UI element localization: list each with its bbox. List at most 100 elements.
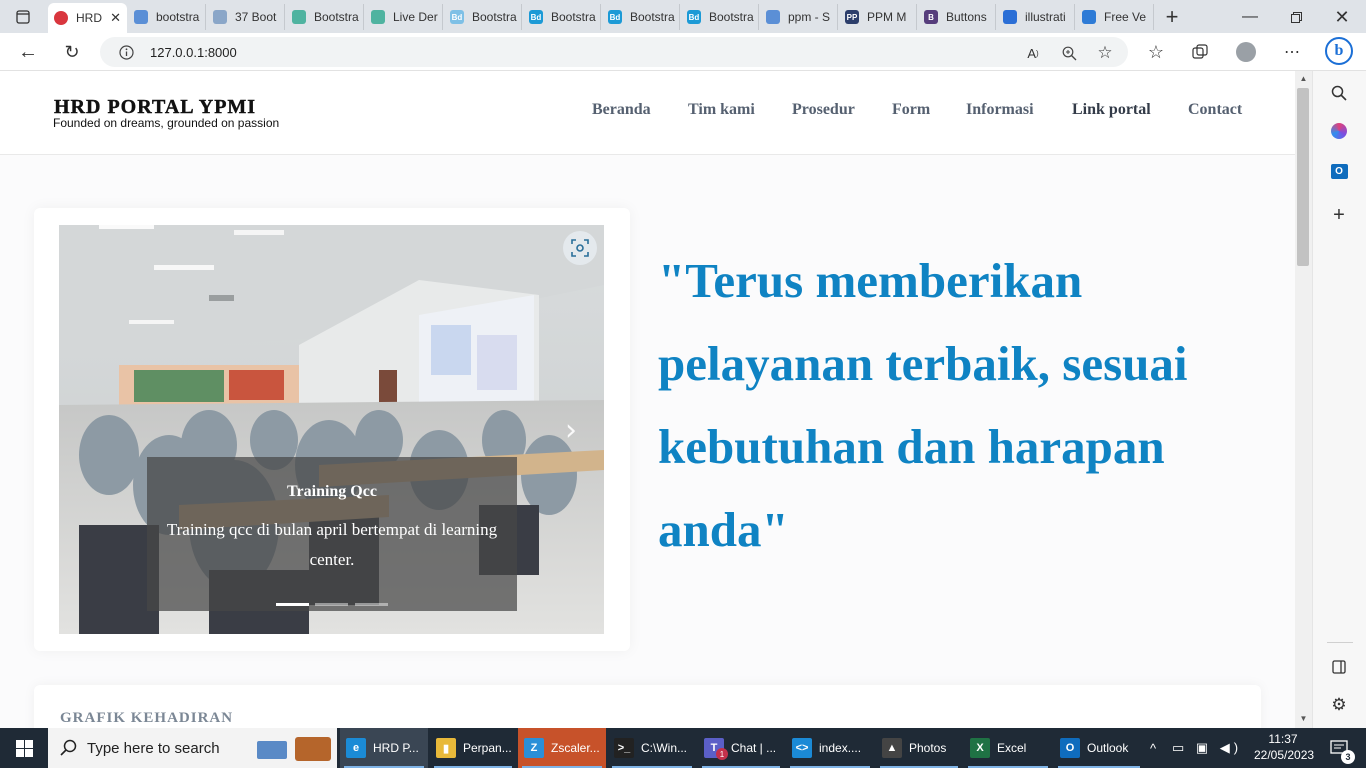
- start-button[interactable]: [0, 728, 48, 768]
- ppm-icon: PP: [845, 10, 859, 24]
- taskbar-app-5[interactable]: T 1 Chat | ...: [698, 728, 784, 768]
- bing-copilot-icon[interactable]: b: [1323, 35, 1355, 67]
- tray-overflow-icon[interactable]: ^: [1150, 728, 1166, 768]
- bd-icon: Bd: [450, 10, 464, 24]
- taskbar-app-2[interactable]: ▮ Perpan...: [430, 728, 516, 768]
- tab-label: PPM M: [867, 10, 907, 24]
- fullscreen-icon[interactable]: [563, 231, 597, 265]
- sidebar-settings-icon[interactable]: ⚙: [1327, 693, 1351, 717]
- add-favorite-icon[interactable]: ☆: [1094, 42, 1116, 64]
- tab-11[interactable]: PP PPM M: [839, 4, 917, 30]
- favorites-icon[interactable]: ☆: [1144, 40, 1168, 64]
- scroll-up-icon[interactable]: ▲: [1298, 73, 1309, 84]
- sidebar-outlook-icon[interactable]: O: [1327, 159, 1351, 183]
- close-window-button[interactable]: ✕: [1330, 5, 1354, 29]
- edge-sidebar: O + ⚙: [1312, 71, 1366, 728]
- search-icon: [1003, 10, 1017, 24]
- taskbar-app-4[interactable]: >_ C:\Win...: [608, 728, 696, 768]
- taskbar-app-3[interactable]: Z Zscaler...: [518, 728, 606, 768]
- carousel-next-icon[interactable]: ›: [565, 413, 595, 448]
- photos-icon: ▲: [882, 738, 902, 758]
- sidebar-layout-icon[interactable]: [1327, 655, 1351, 679]
- slide-caption: Training Qcc Training qcc di bulan april…: [147, 457, 517, 611]
- zoom-icon[interactable]: [1058, 42, 1080, 64]
- taskbar-app-8[interactable]: X Excel: [964, 728, 1052, 768]
- profile-avatar[interactable]: [1234, 40, 1258, 64]
- search-icon: [766, 10, 780, 24]
- vecteezy-icon: [1082, 10, 1096, 24]
- nav-contact[interactable]: Contact: [1188, 101, 1242, 119]
- outlook-icon: O: [1060, 738, 1080, 758]
- taskbar-app-7[interactable]: ▲ Photos: [876, 728, 962, 768]
- tab-label: HRD: [76, 11, 102, 25]
- scroll-down-icon[interactable]: ▼: [1298, 713, 1309, 724]
- taskbar-app-1[interactable]: e HRD P...: [340, 728, 428, 768]
- bootstrap-icon: B: [924, 10, 938, 24]
- folder-icon: ▮: [436, 738, 456, 758]
- teams-badge: 1: [716, 748, 728, 760]
- nav-prosedur[interactable]: Prosedur: [792, 101, 855, 119]
- taskbar-app-9[interactable]: O Outlook: [1054, 728, 1144, 768]
- taskbar-app-6[interactable]: <> index....: [786, 728, 874, 768]
- vscode-icon: <>: [792, 738, 812, 758]
- sidebar-divider: [1327, 642, 1353, 643]
- tab-label: 37 Boot: [235, 10, 277, 24]
- sidebar-search-icon[interactable]: [1327, 81, 1351, 105]
- tab-close-icon[interactable]: ✕: [110, 10, 121, 26]
- tab-3[interactable]: 37 Boot: [207, 4, 285, 30]
- tab-label: Bootstra: [630, 10, 675, 24]
- taskbar-search-box[interactable]: Type here to search: [48, 728, 337, 768]
- tab-6[interactable]: Bd Bootstra: [444, 4, 522, 30]
- tab-label: Free Ve: [1104, 10, 1147, 24]
- tray-icons[interactable]: ▭ ▣ ◀): [1172, 728, 1244, 768]
- url-text[interactable]: 127.0.0.1:8000: [150, 45, 237, 60]
- back-button[interactable]: ←: [16, 40, 40, 64]
- carousel-indicator-3[interactable]: [355, 603, 388, 606]
- sidebar-shopping-icon[interactable]: [1327, 119, 1351, 143]
- collections-icon[interactable]: [1188, 40, 1212, 64]
- tab-10[interactable]: ppm - S: [760, 4, 838, 30]
- tab-9[interactable]: Bd Bootstra: [681, 4, 759, 30]
- nav-beranda[interactable]: Beranda: [592, 101, 651, 119]
- minimize-button[interactable]: —: [1238, 5, 1262, 29]
- hero-quote: "Terus memberikan pelayanan terbaik, ses…: [658, 253, 1188, 557]
- carousel-slide-image[interactable]: › Training Qcc Training qcc di bulan apr…: [59, 225, 604, 634]
- tab-label: ppm - S: [788, 10, 831, 24]
- nav-informasi[interactable]: Informasi: [966, 101, 1034, 119]
- carousel-indicator-1[interactable]: [276, 603, 309, 606]
- new-tab-button[interactable]: +: [1160, 4, 1184, 29]
- taskbar-app-label: Photos: [909, 741, 947, 755]
- restore-button[interactable]: [1284, 5, 1308, 29]
- tab-label: Buttons: [946, 10, 987, 24]
- taskbar-app-label: Outlook: [1087, 741, 1129, 755]
- more-menu-icon[interactable]: ⋯: [1280, 40, 1304, 64]
- read-aloud-icon[interactable]: A): [1022, 42, 1044, 64]
- cmd-icon: >_: [614, 738, 634, 758]
- nav-link-portal[interactable]: Link portal: [1072, 101, 1151, 119]
- refresh-button[interactable]: ↻: [60, 40, 84, 64]
- tab-12[interactable]: B Buttons: [918, 4, 996, 30]
- tab-4[interactable]: Bootstra: [286, 4, 364, 30]
- tab-13[interactable]: illustrati: [997, 4, 1075, 30]
- scrollbar-thumb[interactable]: [1297, 88, 1309, 266]
- clock-time: 11:37: [1268, 732, 1298, 746]
- tab-5[interactable]: Live Der: [365, 4, 443, 30]
- tab-8[interactable]: Bd Bootstra: [602, 4, 680, 30]
- tab-1[interactable]: HRD ✕: [48, 3, 127, 33]
- clock[interactable]: 11:37 22/05/2023: [1254, 731, 1314, 763]
- tab-actions-icon[interactable]: [12, 6, 34, 28]
- site-info-icon[interactable]: [116, 42, 136, 62]
- tab-7[interactable]: Bd Bootstra: [523, 4, 601, 30]
- tab-14[interactable]: Free Ve: [1076, 4, 1154, 30]
- notifications-icon[interactable]: 3: [1322, 728, 1356, 768]
- nav-form[interactable]: Form: [892, 101, 930, 119]
- sidebar-add-icon[interactable]: +: [1327, 203, 1351, 227]
- tab-2[interactable]: bootstra: [128, 4, 206, 30]
- url-box[interactable]: 127.0.0.1:8000 A) ☆: [100, 37, 1128, 67]
- taskbar-app-label: Chat | ...: [731, 741, 777, 755]
- section-title-grafik: GRAFIK KEHADIRAN: [60, 710, 234, 726]
- hrd-favicon: [54, 11, 68, 25]
- taskbar-search-placeholder: Type here to search: [87, 739, 220, 757]
- nav-tim-kami[interactable]: Tim kami: [688, 101, 755, 119]
- carousel-indicator-2[interactable]: [315, 603, 348, 606]
